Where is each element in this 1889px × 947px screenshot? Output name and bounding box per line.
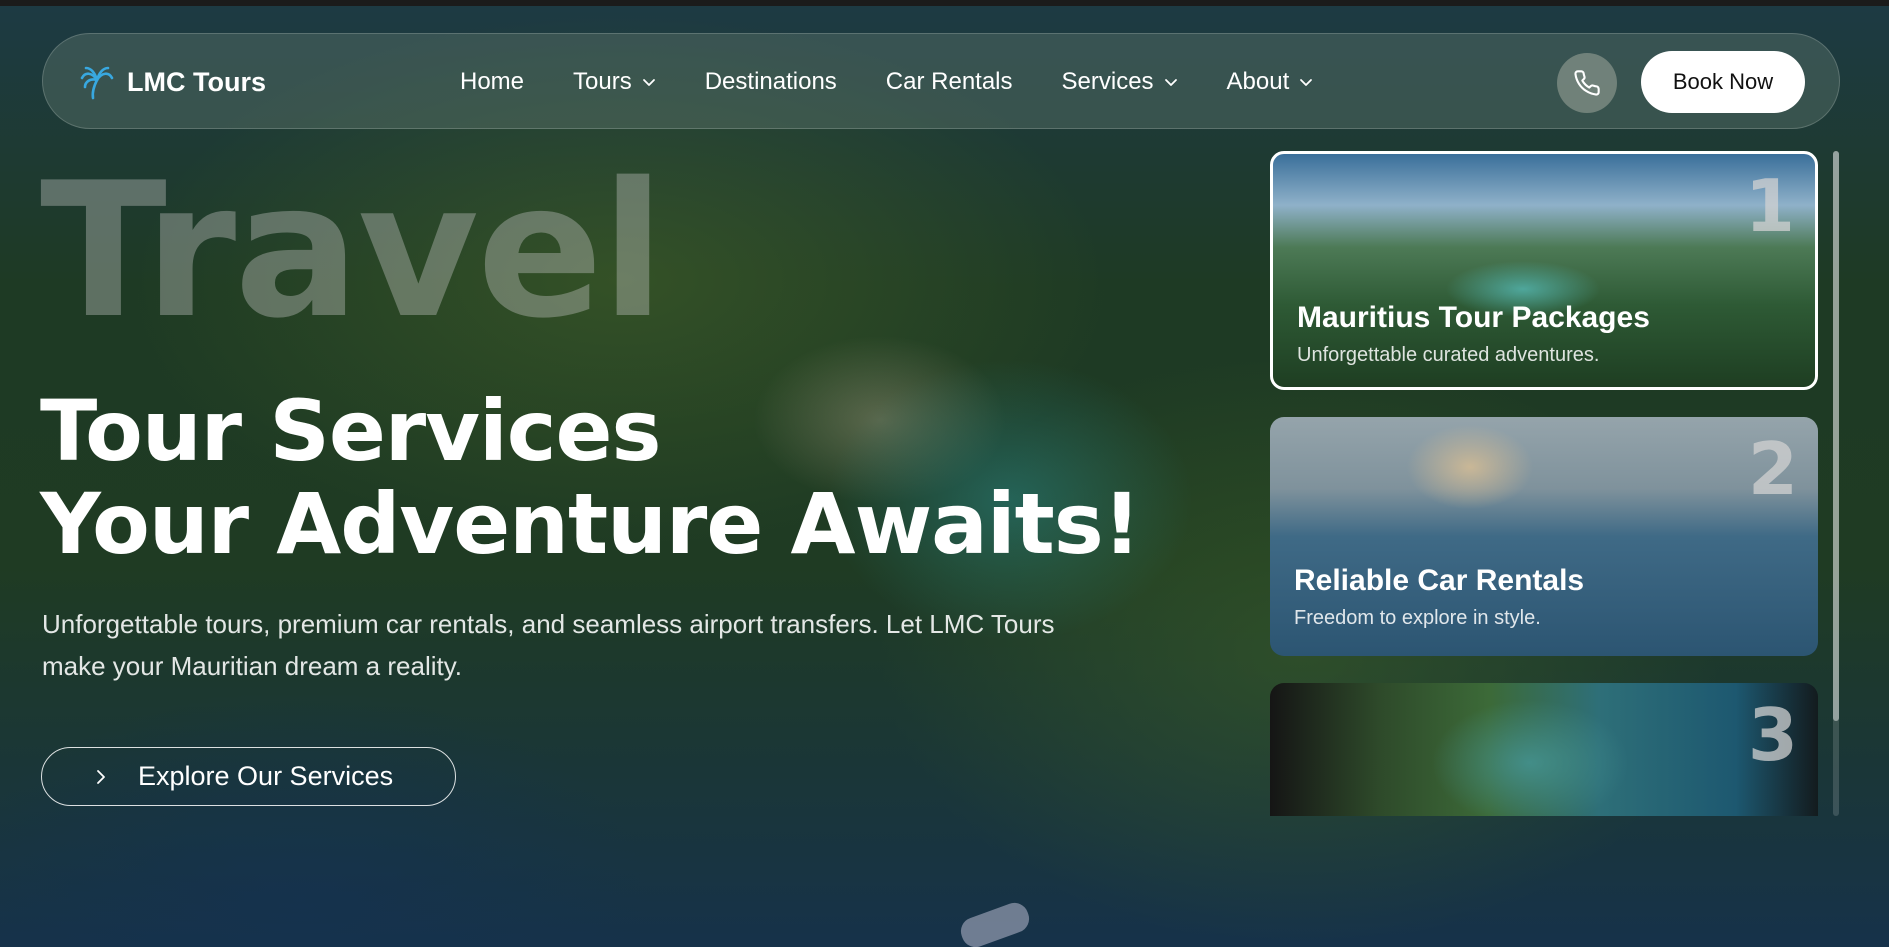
explore-button-label: Explore Our Services [138,761,394,791]
chevron-right-icon [97,769,105,784]
card-title: Mauritius Tour Packages [1297,301,1650,334]
headline-line-1: Tour Services [40,382,662,480]
nav-link-label: Tours [573,68,632,95]
chevron-down-icon [1164,79,1177,86]
brand-name: LMC Tours [127,66,266,97]
nav-links: Home Tours Destinations Car Rentals Serv… [460,34,1362,130]
nav-link-about[interactable]: About [1227,68,1314,96]
nav-link-label: Home [460,68,525,95]
window-top-edge [0,0,1889,6]
card-car-rentals[interactable]: 2 Reliable Car Rentals Freedom to explor… [1270,417,1818,656]
brand-logo[interactable]: LMC Tours [79,34,266,130]
card-tour-packages[interactable]: 1 Mauritius Tour Packages Unforgettable … [1270,151,1818,390]
service-cards: 1 Mauritius Tour Packages Unforgettable … [1266,151,1820,816]
nav-link-tours[interactable]: Tours [573,68,656,96]
card-number: 3 [1747,693,1798,777]
nav-link-label: About [1226,68,1290,95]
chevron-down-icon [642,79,655,86]
nav-link-label: Destinations [704,68,837,95]
hero-section: LMC Tours Home Tours Destinations Car Re… [0,0,1889,947]
headline-line-2: Your Adventure Awaits! [40,475,1141,573]
boat-image [956,898,1034,947]
cards-scrollbar[interactable] [1833,151,1839,816]
nav-link-destinations[interactable]: Destinations [705,68,837,96]
book-now-button[interactable]: Book Now [1641,51,1805,113]
background-word: Travel [40,142,665,359]
card-number: 2 [1747,427,1798,511]
card-subtitle: Freedom to explore in style. [1294,607,1541,629]
card-title: Reliable Car Rentals [1294,564,1585,597]
phone-button[interactable] [1557,53,1617,113]
nav-link-services[interactable]: Services [1062,68,1178,96]
chevron-down-icon [1300,79,1313,86]
navbar: LMC Tours Home Tours Destinations Car Re… [42,33,1840,129]
explore-services-button[interactable]: Explore Our Services [41,747,456,806]
card-subtitle: Unforgettable curated adventures. [1297,344,1600,366]
hero-subtext: Unforgettable tours, premium car rentals… [42,609,1055,681]
nav-link-home[interactable]: Home [460,68,524,96]
nav-link-label: Car Rentals [885,68,1013,95]
card-number: 1 [1744,164,1795,248]
card-airport-transfers[interactable]: 3 [1270,683,1818,816]
nav-link-label: Services [1061,68,1154,95]
scrollbar-thumb[interactable] [1833,151,1839,721]
phone-icon [1574,70,1600,96]
palm-tree-icon [80,66,114,100]
nav-link-car-rentals[interactable]: Car Rentals [886,68,1013,96]
hero-headline: Tour Services Your Adventure Awaits! [40,382,1141,573]
